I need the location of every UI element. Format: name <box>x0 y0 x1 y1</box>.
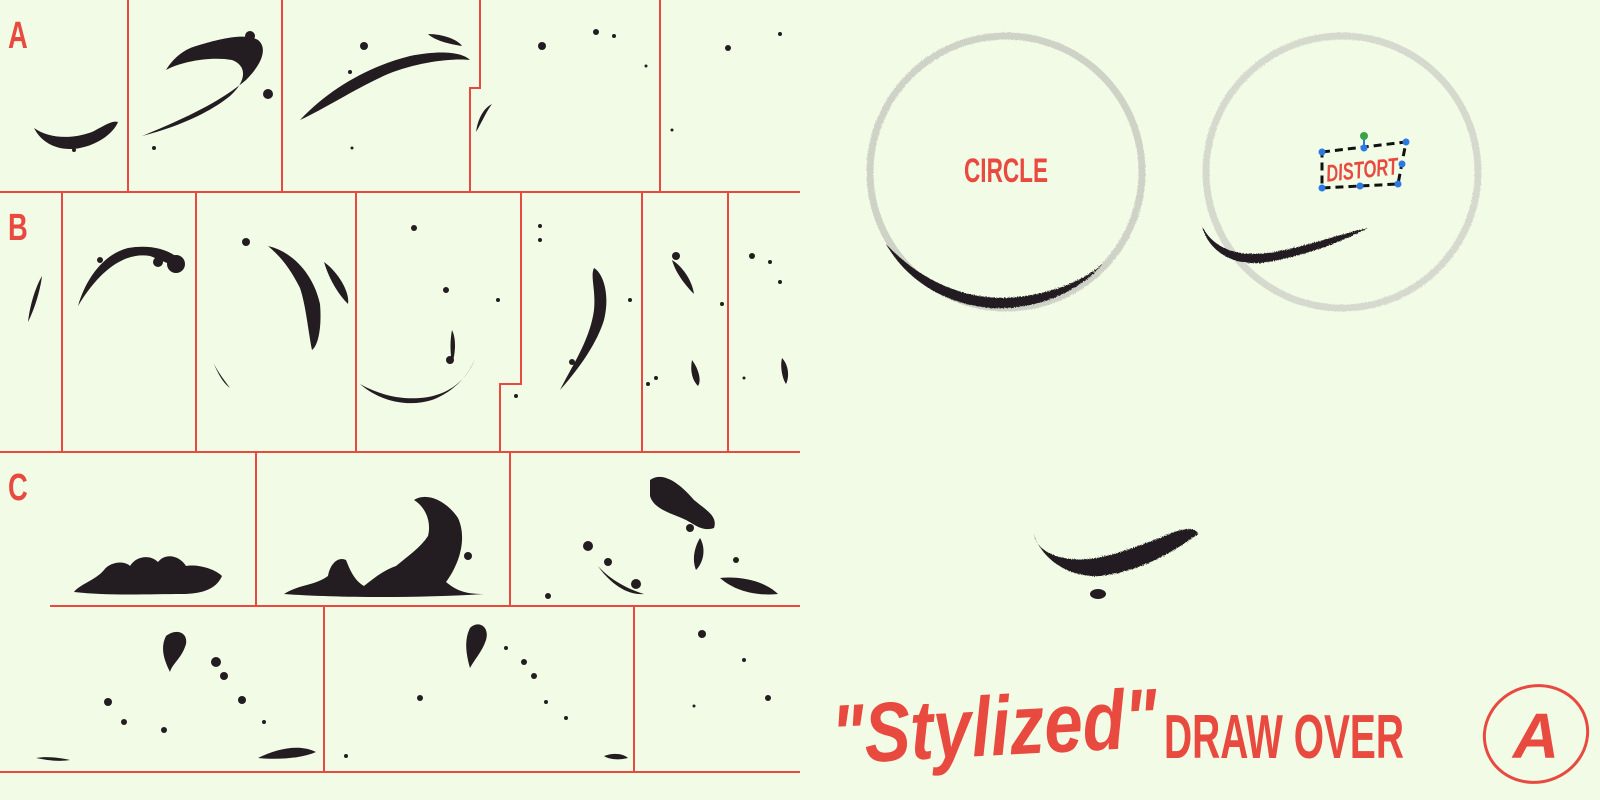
row-label-a: A <box>8 15 28 57</box>
transform-handle[interactable] <box>1360 144 1368 152</box>
transform-handle[interactable] <box>1394 180 1402 188</box>
frame-grid <box>0 0 800 773</box>
circle-label: CIRCLE <box>964 152 1048 190</box>
title-main: DRAW OVER <box>1164 703 1404 772</box>
brush-stroke-left <box>886 244 1104 309</box>
splash-frame-c2 <box>284 496 484 597</box>
splash-frame-b6 <box>672 260 694 294</box>
row-label-c: C <box>8 467 28 509</box>
row-a-frames <box>34 29 782 152</box>
splash-frame-b4 <box>360 356 476 404</box>
rotate-handle[interactable] <box>1360 132 1368 140</box>
splash-frame-b2 <box>78 246 182 306</box>
canvas: A B C CIRCLE DISTORT "Stylized" DRAW OVE… <box>0 0 1590 784</box>
title-script: "Stylized" <box>829 671 1160 782</box>
splash-frame-a4 <box>476 104 492 132</box>
splash-frame-a1 <box>34 121 118 150</box>
splash-frame-b7 <box>781 358 789 384</box>
splash-blob-center <box>1034 529 1198 577</box>
splash-frame-a2 <box>142 36 263 136</box>
splash-frame-c5 <box>466 624 487 668</box>
row-b-frames <box>28 224 789 404</box>
row-label-b: B <box>8 207 28 249</box>
transform-handle[interactable] <box>1318 148 1326 156</box>
transform-handle[interactable] <box>1402 138 1410 146</box>
transform-handle[interactable] <box>1398 160 1406 168</box>
splash-frame-c1 <box>74 556 222 595</box>
row-c-frames <box>36 476 778 761</box>
distort-label: DISTORT <box>1325 153 1401 188</box>
guide-circle-right: DISTORT <box>1202 32 1482 312</box>
splash-frame-a3 <box>300 52 470 120</box>
guide-circle-left: CIRCLE <box>866 32 1146 312</box>
transform-handle[interactable] <box>1356 182 1364 190</box>
splash-frame-b3 <box>268 246 321 350</box>
splash-frame-b1 <box>28 276 42 322</box>
splash-frame-b5 <box>560 268 607 390</box>
transform-handle[interactable] <box>1318 184 1326 192</box>
splash-frame-c6 <box>698 630 706 638</box>
distort-transform-box[interactable]: DISTORT <box>1318 132 1410 192</box>
splash-frame-c3 <box>650 476 715 530</box>
logo-letter: A <box>1511 700 1559 772</box>
splash-frame-c4 <box>163 631 187 672</box>
logo: A <box>1482 684 1590 784</box>
